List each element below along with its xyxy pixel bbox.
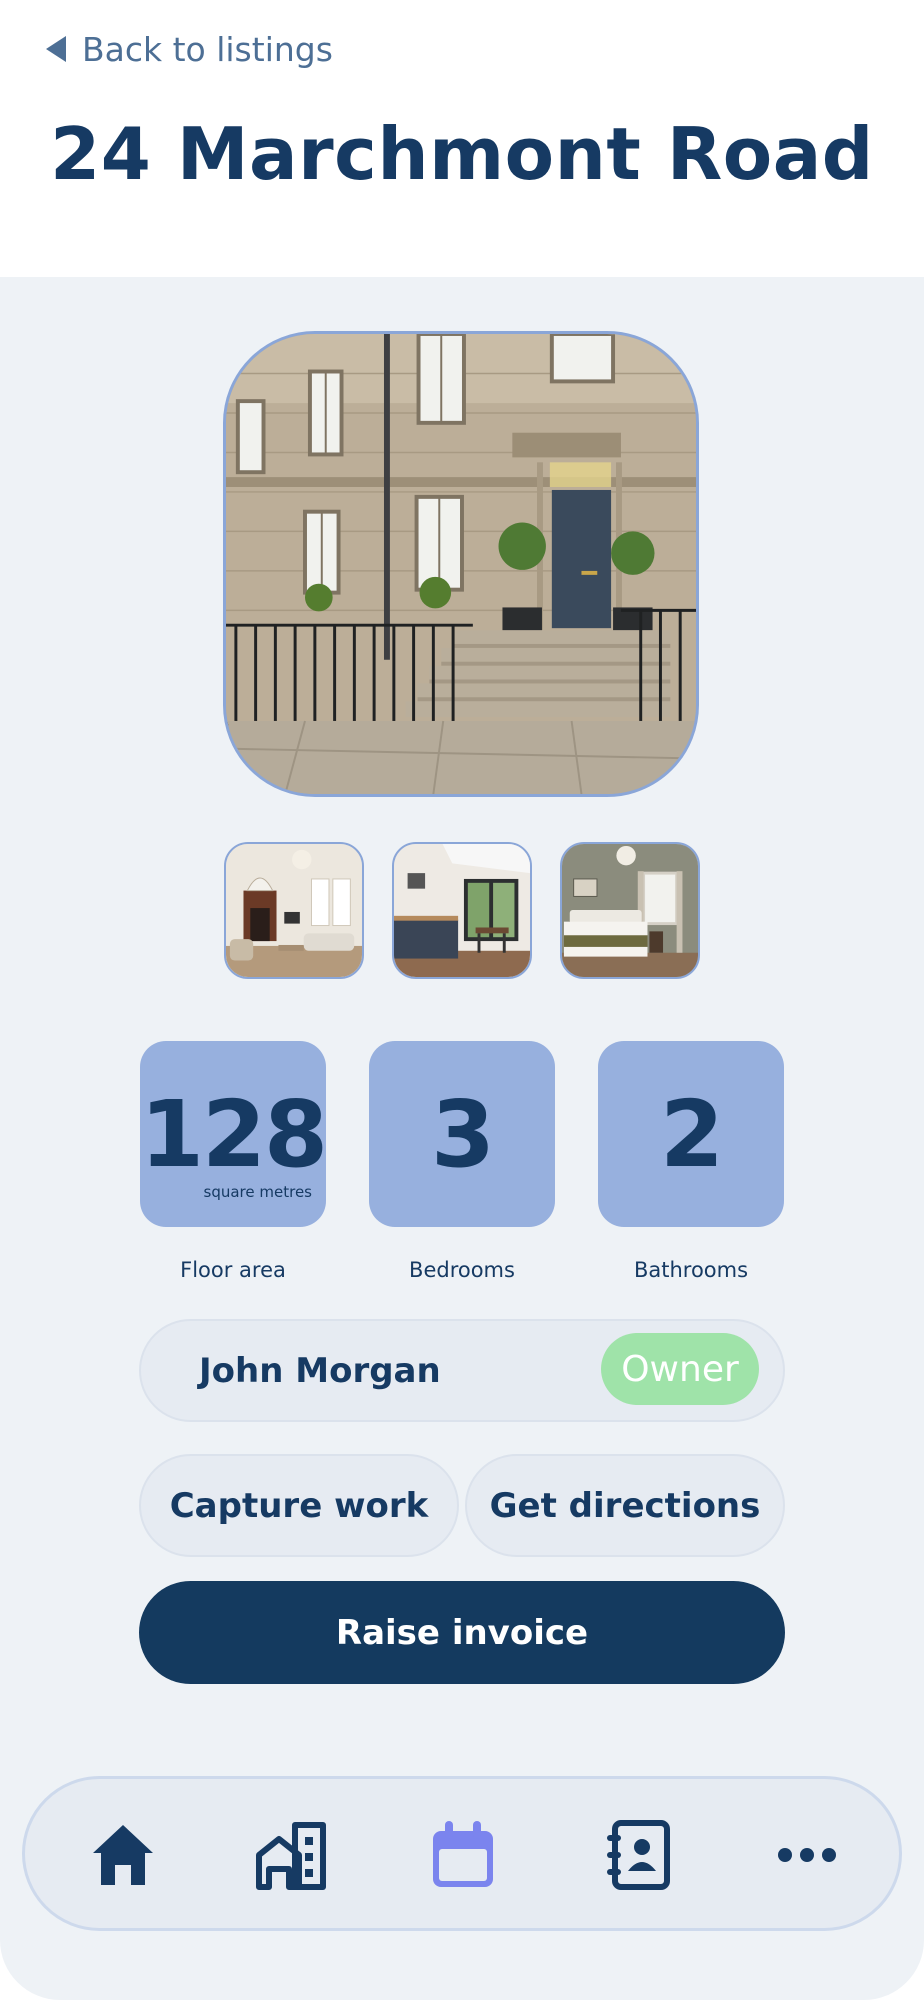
stat-tile-bedrooms: 3 — [369, 1041, 555, 1227]
contacts-icon — [607, 1820, 670, 1890]
owner-role-badge: Owner — [601, 1333, 759, 1405]
floor-area-unit: square metres — [203, 1183, 312, 1201]
owner-card[interactable]: John Morgan Owner — [139, 1319, 785, 1422]
more-icon — [778, 1848, 836, 1862]
buildings-icon — [256, 1822, 326, 1890]
page-title: 24 Marchmont Road — [50, 112, 874, 196]
floor-area-value: 128 — [139, 1080, 328, 1188]
thumbnail-living-room[interactable] — [224, 842, 364, 979]
main-property-photo[interactable] — [223, 331, 699, 797]
thumbnail-kitchen[interactable] — [392, 842, 532, 979]
calendar-icon — [433, 1821, 493, 1887]
nav-properties[interactable] — [253, 1817, 329, 1893]
nav-calendar[interactable] — [425, 1817, 501, 1893]
nav-more[interactable] — [769, 1817, 845, 1893]
bottom-nav-bar — [22, 1776, 902, 1931]
bedrooms-label: Bedrooms — [409, 1258, 515, 1282]
back-to-listings-link[interactable]: Back to listings — [46, 28, 333, 70]
back-link-label: Back to listings — [82, 29, 333, 69]
bathrooms-label: Bathrooms — [633, 1258, 749, 1282]
raise-invoice-button[interactable]: Raise invoice — [139, 1581, 785, 1684]
stat-tile-bathrooms: 2 — [598, 1041, 784, 1227]
get-directions-button[interactable]: Get directions — [465, 1454, 785, 1557]
bedrooms-value: 3 — [430, 1080, 495, 1188]
thumbnail-bedroom[interactable] — [560, 842, 700, 979]
header: Back to listings 24 Marchmont Road — [0, 0, 924, 277]
capture-work-button[interactable]: Capture work — [139, 1454, 459, 1557]
bathrooms-value: 2 — [659, 1080, 724, 1188]
nav-home[interactable] — [85, 1817, 161, 1893]
nav-contacts[interactable] — [601, 1817, 677, 1893]
home-icon — [93, 1825, 153, 1885]
floor-area-label: Floor area — [180, 1258, 286, 1282]
back-arrow-icon — [46, 36, 66, 62]
stat-tile-floor-area: 128 square metres — [139, 1041, 328, 1227]
owner-name: John Morgan — [199, 1350, 441, 1391]
